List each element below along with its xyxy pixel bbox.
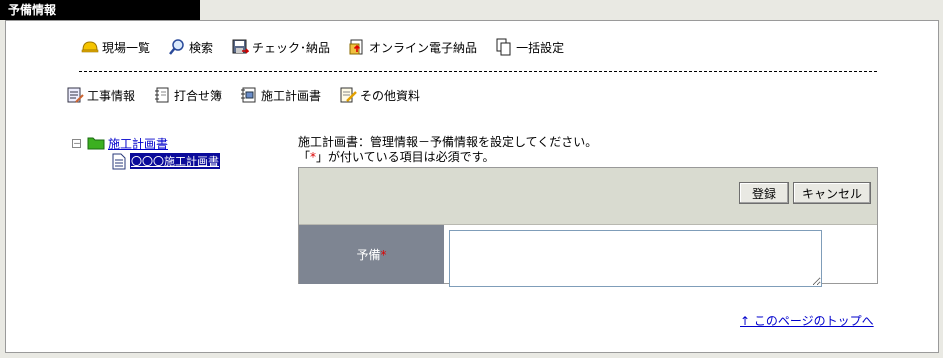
instruction-line-1: 施工計画書：管理情報－予備情報を設定してください。 bbox=[298, 135, 598, 149]
online-delivery-button[interactable]: オンライン電子納品 bbox=[348, 37, 477, 57]
instruction-prefix: 「 bbox=[298, 150, 311, 164]
tree-child-row: 〇〇〇施工計画書 bbox=[72, 152, 220, 170]
main-panel: 現場一覧 検索 チェック･納品 オンライン電子納品 一括設定 工事情報 打合せ簿… bbox=[5, 20, 939, 353]
reserve-label-text: 予備 bbox=[356, 248, 381, 262]
online-upload-icon bbox=[349, 39, 363, 55]
check-delivery-label: チェック･納品 bbox=[252, 40, 331, 55]
site-list-button[interactable]: 現場一覧 bbox=[81, 37, 150, 57]
spiral-document-icon bbox=[241, 87, 256, 103]
search-label: 検索 bbox=[189, 40, 214, 55]
instruction-line-2: 「*」が付いている項目は必須です。 bbox=[298, 150, 597, 165]
copy-pages-icon bbox=[496, 38, 511, 56]
online-delivery-label: オンライン電子納品 bbox=[369, 40, 478, 55]
cancel-button[interactable]: キャンセル bbox=[793, 182, 871, 204]
floppy-icon bbox=[232, 39, 250, 54]
note-pencil-icon bbox=[340, 87, 357, 103]
tree-root-link[interactable]: 施工計画書 bbox=[108, 135, 168, 152]
tree-root-row: － 施工計画書 bbox=[72, 134, 220, 152]
meeting-record-button[interactable]: 打合せ簿 bbox=[153, 85, 222, 105]
register-button[interactable]: 登録 bbox=[739, 182, 789, 204]
notebook-pen-icon bbox=[67, 87, 84, 103]
instruction-suffix: 」が付いている項目は必須です。 bbox=[316, 150, 495, 164]
form-row-reserve: 予備 * bbox=[299, 225, 877, 287]
sub-toolbar: 工事情報 打合せ簿 施工計画書 その他資料 bbox=[66, 85, 438, 105]
form-header: 登録 キャンセル bbox=[299, 168, 877, 225]
other-materials-button[interactable]: その他資料 bbox=[339, 85, 420, 105]
search-button[interactable]: 検索 bbox=[168, 37, 213, 57]
site-list-label: 現場一覧 bbox=[102, 40, 151, 55]
ring-notebook-icon bbox=[155, 87, 169, 103]
folder-icon bbox=[87, 137, 105, 150]
construction-plan-button[interactable]: 施工計画書 bbox=[240, 85, 321, 105]
tree-child-link-selected[interactable]: 〇〇〇施工計画書 bbox=[130, 153, 220, 169]
construction-plan-label: 施工計画書 bbox=[261, 88, 322, 103]
reserve-textarea[interactable] bbox=[449, 230, 822, 287]
bulk-settings-button[interactable]: 一括設定 bbox=[495, 37, 564, 57]
document-icon bbox=[112, 153, 126, 169]
reserve-info-form: 登録 キャンセル 予備 * bbox=[298, 167, 878, 287]
reserve-field-label: 予備 * bbox=[299, 225, 444, 284]
reserve-required-mark: * bbox=[380, 247, 387, 262]
main-toolbar: 現場一覧 検索 チェック･納品 オンライン電子納品 一括設定 bbox=[81, 37, 582, 57]
window-title-tab: 予備情報 bbox=[0, 0, 200, 20]
document-tree: － 施工計画書 〇〇〇施工計画書 bbox=[72, 134, 220, 170]
other-materials-label: その他資料 bbox=[360, 88, 421, 103]
construction-info-button[interactable]: 工事情報 bbox=[66, 85, 135, 105]
reserve-field-cell bbox=[444, 225, 877, 287]
instructions: 施工計画書：管理情報－予備情報を設定してください。 「*」が付いている項目は必須… bbox=[298, 135, 597, 165]
hardhat-icon bbox=[81, 41, 99, 53]
toolbar-divider bbox=[79, 71, 877, 72]
back-to-top-link[interactable]: ↑ このページのトップへ bbox=[740, 312, 874, 329]
tree-collapse-toggle[interactable]: － bbox=[72, 138, 81, 148]
check-delivery-button[interactable]: チェック･納品 bbox=[231, 37, 330, 57]
bulk-settings-label: 一括設定 bbox=[516, 40, 565, 55]
construction-info-label: 工事情報 bbox=[87, 88, 136, 103]
meeting-record-label: 打合せ簿 bbox=[174, 88, 223, 103]
magnifier-icon bbox=[169, 39, 184, 55]
